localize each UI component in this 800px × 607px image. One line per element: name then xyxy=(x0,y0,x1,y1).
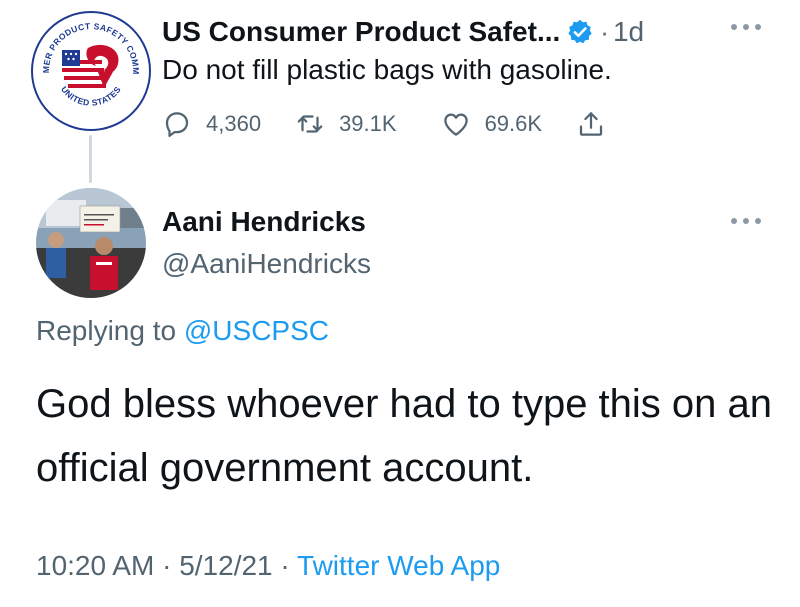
cpsc-seal-avatar[interactable]: CONSUMER PRODUCT SAFETY COMMISSION UNITE… xyxy=(26,2,152,132)
parent-display-name[interactable]: US Consumer Product Safet... xyxy=(162,16,560,48)
like-count: 69.6K xyxy=(484,111,543,136)
tweet-time[interactable]: 10:20 AM xyxy=(36,550,154,581)
parent-tweet-header: US Consumer Product Safet... · 1d xyxy=(162,14,644,50)
header-separator: · xyxy=(600,16,609,47)
retweet-icon xyxy=(297,115,323,133)
share-button[interactable] xyxy=(576,109,606,139)
reply-tweet-text: God bless whoever had to type this on an… xyxy=(36,382,773,490)
tweet-date[interactable]: 5/12/21 xyxy=(179,550,272,581)
reply-count: 4,360 xyxy=(206,111,262,136)
like-button[interactable]: 69.6K xyxy=(441,109,543,139)
share-icon xyxy=(579,112,603,136)
tweet-source-link[interactable]: Twitter Web App xyxy=(297,550,500,581)
reply-icon xyxy=(165,112,189,137)
thread-line xyxy=(89,135,92,183)
reply-avatar[interactable] xyxy=(36,188,146,298)
like-icon xyxy=(443,113,468,136)
reply-handle[interactable]: @AaniHendricks xyxy=(162,248,371,280)
meta-separator: · xyxy=(162,550,172,581)
retweet-button[interactable]: 39.1K xyxy=(295,109,397,139)
tweet-meta: 10:20 AM · 5/12/21 · Twitter Web App xyxy=(36,550,500,582)
parent-tweet-text: Do not fill plastic bags with gasoline. xyxy=(162,54,612,85)
verified-badge-icon xyxy=(566,18,594,46)
reply-display-name[interactable]: Aani Hendricks xyxy=(162,206,366,238)
replying-mention-link[interactable]: @USCPSC xyxy=(184,315,329,346)
more-icon[interactable] xyxy=(728,214,764,228)
parent-action-bar: 4,360 39.1K 69.6K xyxy=(162,106,606,142)
replying-prefix: Replying to xyxy=(36,315,177,346)
reply-button[interactable]: 4,360 xyxy=(162,109,261,139)
more-icon[interactable] xyxy=(728,20,764,34)
meta-separator: · xyxy=(280,550,290,581)
retweet-count: 39.1K xyxy=(339,111,397,136)
parent-time-ago[interactable]: 1d xyxy=(613,16,644,48)
replying-to-line: Replying to @USCPSC xyxy=(36,315,329,347)
